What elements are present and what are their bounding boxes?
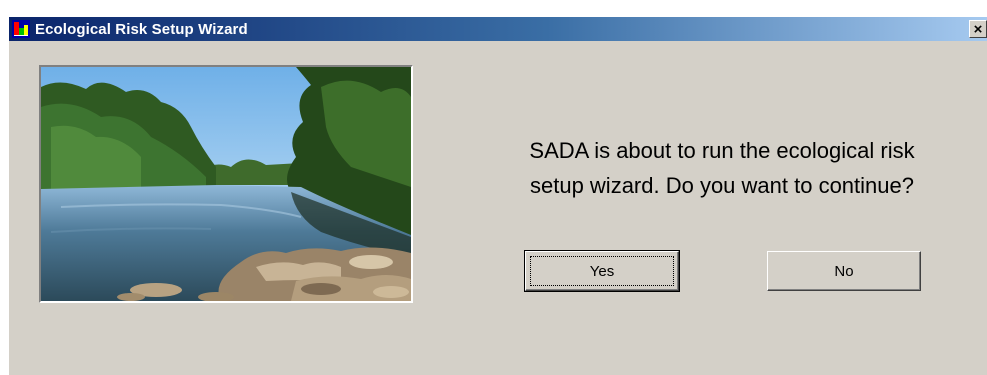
close-icon: × <box>973 20 983 38</box>
river-photo-image <box>41 67 411 301</box>
message-line-1: SADA is about to run the ecological risk <box>529 138 915 163</box>
focus-rectangle <box>530 256 674 286</box>
close-button[interactable]: × <box>969 20 987 38</box>
yes-button[interactable]: Yes <box>524 250 680 292</box>
no-button-label: No <box>834 262 854 280</box>
message-line-2: setup wizard. Do you want to continue? <box>529 173 914 198</box>
river-photo <box>39 65 413 303</box>
app-icon <box>12 20 30 38</box>
no-button[interactable]: No <box>767 251 921 291</box>
title-bar[interactable]: Ecological Risk Setup Wizard × <box>9 17 987 41</box>
confirmation-message: SADA is about to run the ecological risk… <box>487 133 957 203</box>
window-title: Ecological Risk Setup Wizard <box>35 20 248 38</box>
dialog-window: Ecological Risk Setup Wizard × SADA is a… <box>8 16 987 375</box>
